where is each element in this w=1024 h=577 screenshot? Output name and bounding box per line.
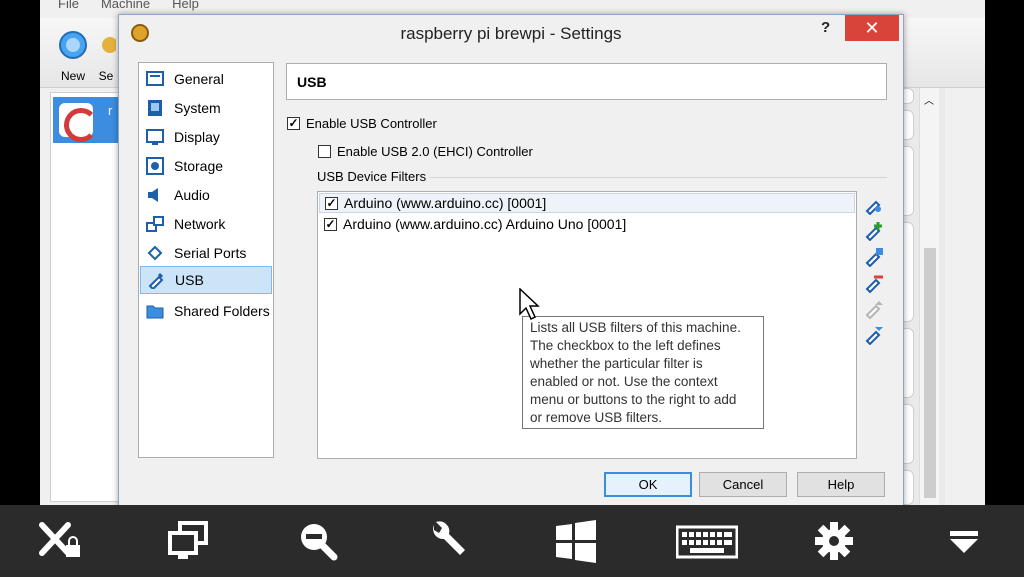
usb-filter-add-from-device-icon[interactable] — [864, 247, 884, 267]
nav-item-storage[interactable]: Storage — [140, 152, 272, 180]
nav-item-display[interactable]: Display — [140, 123, 272, 151]
mouse-pointer-icon — [519, 288, 540, 321]
usb-filter-item[interactable]: ✓ Arduino (www.arduino.cc) Arduino Uno [… — [319, 214, 855, 234]
group-divider — [429, 177, 887, 178]
usb-filters-group-label: USB Device Filters — [317, 169, 427, 184]
close-button[interactable]: ✕ — [845, 15, 899, 41]
help-question-button[interactable]: ? — [821, 19, 830, 36]
checkbox-unchecked-icon[interactable] — [318, 145, 331, 158]
network-icon — [146, 216, 164, 232]
enable-usb-controller-checkbox[interactable]: ✓ Enable USB Controller — [287, 116, 437, 131]
nav-item-shared-folders[interactable]: Shared Folders — [140, 297, 272, 325]
background-menubar: File Machine Help — [40, 0, 199, 14]
system-icon — [148, 100, 162, 116]
usb-filter-move-up-icon[interactable] — [864, 299, 884, 319]
new-icon — [59, 31, 87, 59]
settings-button[interactable]: Se — [96, 28, 116, 83]
tooltip-line: enabled or not. Use the context — [530, 374, 718, 389]
scroll-up-icon[interactable]: ︿ — [924, 92, 934, 107]
remote-toolbar — [0, 505, 1024, 577]
menu-machine[interactable]: Machine — [101, 0, 150, 14]
serial-ports-icon — [147, 245, 163, 261]
debian-logo-icon — [59, 103, 98, 142]
usb-filter-item[interactable]: ✓ Arduino (www.arduino.cc) [0001] — [319, 193, 855, 213]
vm-list-item[interactable]: r — [53, 97, 128, 143]
tooltip: Lists all USB filters of this machine. T… — [522, 316, 764, 429]
tooltip-line: menu or buttons to the right to add — [530, 392, 737, 407]
collapse-icon[interactable] — [942, 519, 986, 563]
settings-gear-icon — [102, 37, 116, 53]
audio-icon — [148, 188, 158, 202]
help-button[interactable]: Help — [797, 472, 885, 497]
usb-filter-remove-icon[interactable] — [864, 273, 884, 293]
close-icon: ✕ — [864, 18, 880, 38]
scrollbar-thumb[interactable] — [924, 248, 936, 498]
nav-item-network[interactable]: Network — [140, 210, 272, 238]
menu-help[interactable]: Help — [172, 0, 199, 14]
settings-nav: General System Display Storage Audio Net… — [138, 62, 274, 458]
tooltip-line: whether the particular filter is — [530, 356, 703, 371]
checkbox-checked-icon[interactable]: ✓ — [287, 117, 300, 130]
keyboard-icon[interactable] — [676, 519, 738, 563]
menu-file[interactable]: File — [58, 0, 79, 14]
tooltip-line: The checkbox to the left defines — [530, 338, 721, 353]
enable-usb2-controller-checkbox[interactable]: Enable USB 2.0 (EHCI) Controller — [318, 144, 533, 159]
usb-icon — [148, 272, 164, 289]
new-vm-button[interactable]: New — [50, 28, 96, 83]
usb-filter-edit-icon[interactable] — [864, 195, 884, 215]
disconnect-icon[interactable] — [38, 519, 82, 563]
gear-icon[interactable] — [812, 519, 856, 563]
nav-item-audio[interactable]: Audio — [140, 181, 272, 209]
usb-filter-add-icon[interactable] — [864, 221, 884, 241]
nav-item-usb[interactable]: USB — [140, 266, 272, 294]
checkbox-checked-icon[interactable]: ✓ — [324, 217, 337, 231]
storage-icon — [146, 157, 164, 175]
zoom-out-icon[interactable] — [296, 519, 340, 563]
cancel-button[interactable]: Cancel — [699, 472, 787, 497]
nav-item-system[interactable]: System — [140, 94, 272, 122]
windows-start-icon[interactable] — [554, 519, 598, 563]
usb-filter-move-down-icon[interactable] — [864, 325, 884, 345]
scrollbar[interactable]: ︿ — [919, 88, 939, 505]
dialog-title: raspberry pi brewpi - Settings — [400, 24, 622, 43]
checkbox-checked-icon[interactable]: ✓ — [325, 196, 338, 210]
display-icon — [146, 129, 164, 145]
tooltip-line: Lists all USB filters of this machine. — [530, 320, 741, 335]
nav-item-general[interactable]: General — [140, 65, 272, 93]
shared-folders-icon — [146, 305, 164, 319]
ok-button[interactable]: OK — [604, 472, 692, 497]
settings-wrench-icon[interactable] — [424, 519, 468, 563]
nav-item-serial-ports[interactable]: Serial Ports — [140, 239, 272, 267]
remote-desktop-icon[interactable] — [166, 519, 210, 563]
settings-dialog: raspberry pi brewpi - Settings ? ✕ Gener… — [118, 14, 904, 510]
section-title: USB — [286, 63, 887, 100]
tooltip-line: or remove USB filters. — [530, 410, 663, 425]
title-bar[interactable]: raspberry pi brewpi - Settings ? ✕ — [119, 15, 903, 53]
general-icon — [146, 71, 164, 86]
